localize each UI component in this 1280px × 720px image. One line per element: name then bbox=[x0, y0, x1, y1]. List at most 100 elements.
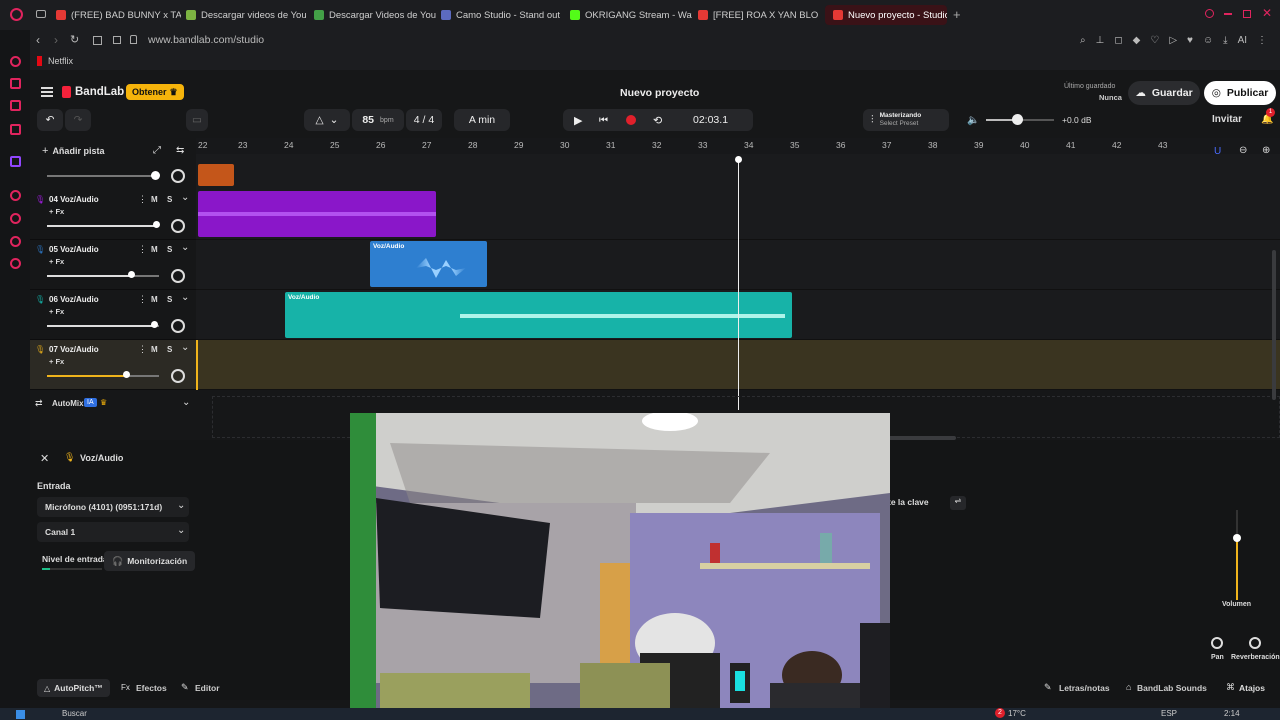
editor-tab[interactable]: Editor bbox=[195, 683, 220, 693]
lyrics-button[interactable]: Letras/notas bbox=[1059, 683, 1110, 693]
track-volume-slider[interactable] bbox=[47, 325, 159, 327]
undo-button[interactable]: ↶ bbox=[37, 109, 63, 131]
browser-tab[interactable]: OKRIGANG Stream - Watc bbox=[570, 5, 692, 25]
playhead-handle[interactable] bbox=[735, 156, 742, 163]
track-volume-knob[interactable] bbox=[122, 371, 130, 378]
track-name[interactable]: 05 Voz/Audio bbox=[49, 245, 99, 254]
mastering-button[interactable]: ⫶ Masterizando Select Preset bbox=[863, 109, 949, 131]
tab-menu-icon[interactable] bbox=[36, 10, 46, 18]
close-panel-icon[interactable]: ✕ bbox=[40, 452, 49, 465]
minimize-icon[interactable] bbox=[1224, 13, 1232, 15]
zoom-icon[interactable]: ⌕ bbox=[1080, 35, 1086, 46]
profile-icon[interactable]: ☺ bbox=[1203, 35, 1213, 46]
master-volume-slider[interactable] bbox=[986, 114, 1054, 125]
redo-button[interactable]: ↷ bbox=[65, 109, 91, 131]
add-track-button[interactable]: + Añadir pista bbox=[42, 145, 104, 157]
add-fx-button[interactable]: + Fx bbox=[49, 307, 64, 316]
panel-toggle-button[interactable]: ▭ bbox=[186, 109, 208, 131]
history-icon[interactable] bbox=[10, 213, 21, 224]
snapshot-icon[interactable] bbox=[93, 36, 102, 45]
ai-button[interactable]: AI bbox=[1238, 35, 1247, 46]
pan-knob[interactable] bbox=[171, 269, 185, 283]
easy-setup-icon[interactable] bbox=[113, 36, 121, 44]
sidebar-icon-6[interactable] bbox=[10, 236, 21, 247]
hamburger-menu-icon[interactable] bbox=[41, 87, 53, 97]
heart-icon[interactable]: ♡ bbox=[1150, 35, 1159, 46]
volume-fader-knob[interactable] bbox=[1233, 534, 1241, 542]
bandlab-sounds-button[interactable]: BandLab Sounds bbox=[1137, 683, 1207, 693]
bpm-field[interactable]: 85 bpm bbox=[352, 109, 404, 131]
solo-button[interactable]: S bbox=[167, 195, 172, 204]
settings-icon[interactable] bbox=[10, 258, 21, 269]
track-header[interactable]: 🎙 06 Voz/Audio + Fx ⋮ M S ⌄ bbox=[30, 290, 196, 340]
more-options-icon[interactable]: ⋮ bbox=[138, 194, 147, 205]
shortcuts-button[interactable]: Atajos bbox=[1239, 683, 1265, 693]
sidebar-icon-2[interactable] bbox=[10, 78, 21, 89]
browser-tab[interactable]: Camo Studio - Stand out bbox=[441, 5, 563, 25]
skip-back-icon[interactable]: ⏮ bbox=[599, 115, 608, 126]
key-field[interactable]: A min bbox=[454, 109, 510, 131]
loop-icon[interactable]: ⟲ bbox=[653, 114, 662, 127]
track-header[interactable]: 🎙 04 Voz/Audio + Fx ⋮ M S ⌄ bbox=[30, 190, 196, 240]
taskbar-clock[interactable]: 2:14 bbox=[1224, 709, 1240, 718]
audio-clip-partial[interactable] bbox=[198, 164, 234, 186]
record-icon[interactable] bbox=[626, 115, 636, 125]
more-options-icon[interactable]: ⋮ bbox=[138, 294, 147, 305]
track-volume-slider[interactable] bbox=[47, 375, 159, 377]
browser-tab[interactable]: [FREE] ROA X YAN BLOCK bbox=[698, 5, 818, 25]
sidebar-icon-3[interactable] bbox=[10, 100, 21, 111]
bookmark-netflix[interactable]: Netflix bbox=[48, 56, 73, 66]
track-header[interactable]: 🎙 05 Voz/Audio + Fx ⋮ M S ⌄ bbox=[30, 240, 196, 290]
favorite-icon[interactable]: ♥ bbox=[1187, 35, 1193, 46]
track-settings-icon[interactable]: ⇆ bbox=[176, 145, 184, 156]
track-volume-knob[interactable] bbox=[128, 271, 135, 278]
project-title[interactable]: Nuevo proyecto bbox=[620, 87, 699, 99]
mute-button[interactable]: M bbox=[151, 245, 158, 254]
track-name[interactable]: 06 Voz/Audio bbox=[49, 295, 99, 304]
track-name[interactable]: 07 Voz/Audio bbox=[49, 345, 99, 354]
sidebar-icon-4[interactable] bbox=[10, 124, 21, 135]
back-icon[interactable]: ‹ bbox=[36, 33, 40, 47]
browser-tab[interactable]: (FREE) BAD BUNNY x TAIN bbox=[56, 5, 181, 25]
mute-button[interactable]: M bbox=[151, 345, 158, 354]
solo-button[interactable]: S bbox=[167, 295, 172, 304]
invite-button[interactable]: Invitar bbox=[1212, 114, 1242, 125]
taskbar-language[interactable]: ESP bbox=[1161, 709, 1177, 718]
bandlab-logo-text[interactable]: BandLab bbox=[75, 86, 124, 98]
browser-tab[interactable]: Descargar Videos de YouT bbox=[314, 5, 436, 25]
send-icon[interactable]: ▷ bbox=[1169, 35, 1177, 46]
track-volume-knob[interactable] bbox=[150, 321, 158, 328]
chevron-down-icon[interactable]: ⌄ bbox=[181, 342, 189, 353]
maximize-icon[interactable] bbox=[1243, 10, 1251, 18]
obtener-button[interactable]: Obtener ♛ bbox=[126, 84, 184, 100]
track-volume-knob[interactable] bbox=[152, 221, 160, 228]
browser-tab[interactable]: Descargar videos de YouT bbox=[186, 5, 306, 25]
monitor-button[interactable]: 🎧 Monitorización bbox=[104, 551, 196, 571]
reverb-knob[interactable] bbox=[1249, 637, 1261, 649]
automix-row[interactable]: ⇄ AutoMix IA ♛ ⌄ bbox=[30, 396, 196, 412]
playhead[interactable] bbox=[738, 160, 739, 410]
taskbar-search[interactable]: Buscar bbox=[62, 709, 87, 718]
audio-clip-05[interactable]: Voz/Audio bbox=[370, 241, 487, 287]
pan-knob[interactable] bbox=[171, 219, 185, 233]
add-fx-button[interactable]: + Fx bbox=[49, 257, 64, 266]
windows-start-icon[interactable] bbox=[16, 710, 25, 719]
track-volume-slider[interactable] bbox=[47, 275, 159, 277]
url-field[interactable]: www.bandlab.com/studio bbox=[148, 34, 264, 46]
more-options-icon[interactable]: ⋮ bbox=[138, 244, 147, 255]
pan-knob[interactable] bbox=[1211, 637, 1223, 649]
volume-slider-knob[interactable] bbox=[151, 171, 160, 180]
sidebar-icon-5[interactable] bbox=[10, 190, 21, 201]
pan-knob[interactable] bbox=[171, 319, 185, 333]
audio-clip-06[interactable]: Voz/Audio bbox=[285, 292, 792, 338]
pan-knob[interactable] bbox=[171, 369, 185, 383]
chevron-down-icon[interactable]: ⌄ bbox=[182, 397, 190, 408]
track-volume-slider[interactable] bbox=[47, 225, 159, 227]
new-tab-icon[interactable]: + bbox=[953, 7, 961, 22]
track-header[interactable]: 🎙 07 Voz/Audio + Fx ⋮ M S ⌄ bbox=[30, 340, 196, 390]
mute-button[interactable]: M bbox=[151, 295, 158, 304]
more-menu-icon[interactable]: ⋮ bbox=[1257, 35, 1267, 46]
master-volume-knob[interactable] bbox=[1011, 114, 1023, 125]
audio-clip-04[interactable] bbox=[198, 191, 436, 237]
key-button[interactable]: te la clave bbox=[888, 497, 929, 507]
